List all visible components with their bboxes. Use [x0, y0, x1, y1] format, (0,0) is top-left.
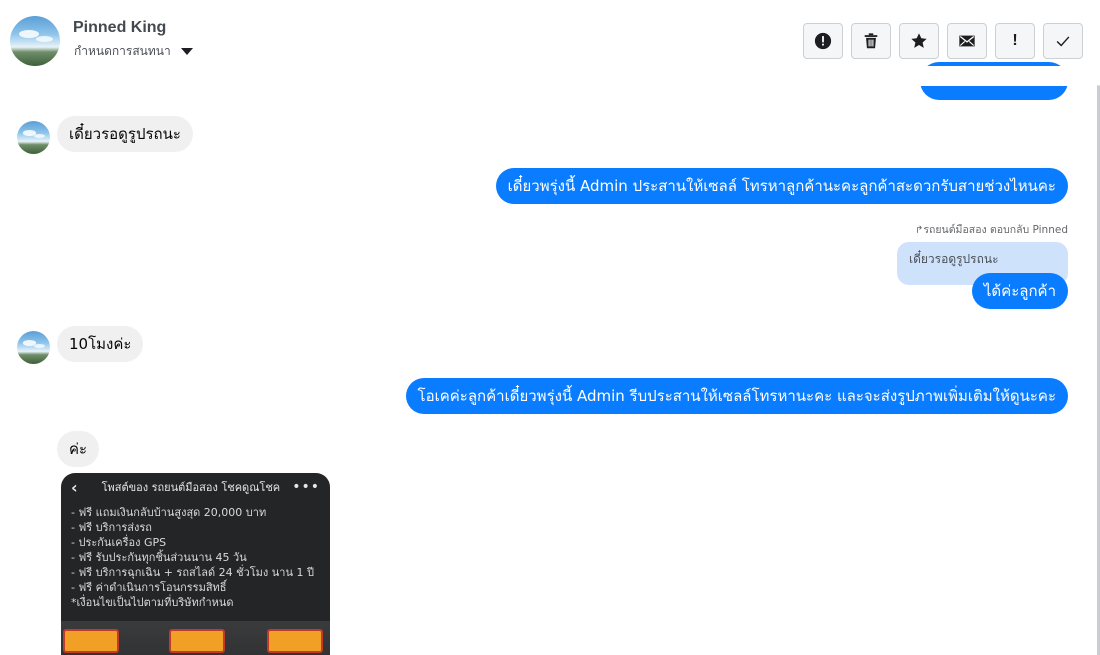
reply-meta-text: ↱รถยนต์มือสอง ตอบกลับ Pinned: [915, 221, 1068, 238]
reply-meta-label: รถยนต์มือสอง ตอบกลับ Pinned: [923, 224, 1068, 236]
message-bubble-incoming[interactable]: ค่ะ: [57, 431, 100, 467]
chat-window: Pinned King กำหนดการสนทนา ! เดี๋ยวรอดูรู…: [0, 0, 1100, 655]
avatar-image: [17, 121, 50, 154]
promo-badge: [63, 629, 119, 653]
attachment-line: - ฟรี แถมเงินกลับบ้านสูงสุด 20,000 บาท: [71, 506, 267, 519]
more-dots-icon: •••: [292, 479, 320, 495]
checkmark-icon: [1056, 36, 1070, 47]
message-bubble-incoming[interactable]: เดี๋ยวรอดูรูปรถนะ: [57, 116, 193, 152]
message-bubble-outgoing[interactable]: เดี๋ยวพรุ่งนี้ Admin ประสานให้เซลล์ โทรห…: [495, 168, 1068, 204]
message-bubble-outgoing-reply[interactable]: ได้ค่ะลูกค้า: [971, 273, 1068, 309]
attachment-header: ‹ โพสต์ของ รถยนต์มือสอง โชคดูณโชค •••: [61, 473, 330, 501]
mark-unread-button[interactable]: [947, 23, 987, 59]
conversation-settings-label: กำหนดการสนทนา: [74, 44, 171, 58]
envelope-icon: [959, 35, 975, 47]
contact-avatar[interactable]: [10, 16, 60, 66]
attachment-line: - ฟรี ค่าดำเนินการโอนกรรมสิทธิ์: [71, 581, 227, 594]
attachment-line: *เงื่อนไขเป็นไปตามที่บริษัทกำหนด: [71, 596, 234, 609]
header-mask: [0, 66, 1097, 86]
conversation-settings-dropdown[interactable]: กำหนดการสนทนา: [74, 42, 193, 61]
star-button[interactable]: [899, 23, 939, 59]
alert-circle-icon: [814, 32, 832, 50]
star-icon: [911, 33, 927, 48]
contact-name[interactable]: Pinned King: [73, 19, 166, 37]
avatar-image: [17, 331, 50, 364]
promo-badge: [267, 629, 323, 653]
trash-icon: [864, 33, 878, 49]
attachment-line: - ฟรี บริการฉุกเฉิน + รถสไลด์ 24 ชั่วโมง…: [71, 566, 314, 579]
caret-down-icon: [180, 48, 193, 55]
attachment-line: - ประกันเครื่อง GPS: [71, 536, 167, 549]
important-button[interactable]: !: [995, 23, 1035, 59]
promo-badge: [169, 629, 225, 653]
sender-avatar[interactable]: [17, 121, 50, 154]
message-bubble-incoming[interactable]: 10โมงค่ะ: [57, 326, 144, 362]
exclamation-icon: !: [1012, 32, 1018, 49]
back-chevron-icon: ‹: [71, 477, 78, 497]
attachment-title: โพสต์ของ รถยนต์มือสอง โชคดูณโชค: [101, 481, 281, 494]
attachment-line: - ฟรี รับประกันทุกชิ้นส่วนนาน 45 วัน: [71, 551, 247, 564]
attachment-line: - ฟรี บริการส่งรถ: [71, 521, 152, 534]
message-bubble-outgoing[interactable]: โอเคค่ะลูกค้าเดี๋ยวพรุ่งนี้ Admin รีบประ…: [405, 378, 1068, 414]
done-button[interactable]: [1043, 23, 1083, 59]
sender-avatar[interactable]: [17, 331, 50, 364]
image-attachment[interactable]: ‹ โพสต์ของ รถยนต์มือสอง โชคดูณโชค ••• - …: [61, 473, 330, 655]
delete-button[interactable]: [851, 23, 891, 59]
avatar-image: [10, 16, 60, 66]
attachment-text: - ฟรี แถมเงินกลับบ้านสูงสุด 20,000 บาท -…: [61, 501, 330, 610]
conversation-toolbar: !: [803, 23, 1083, 59]
promo-banner-image: [61, 621, 330, 655]
report-button[interactable]: [803, 23, 843, 59]
